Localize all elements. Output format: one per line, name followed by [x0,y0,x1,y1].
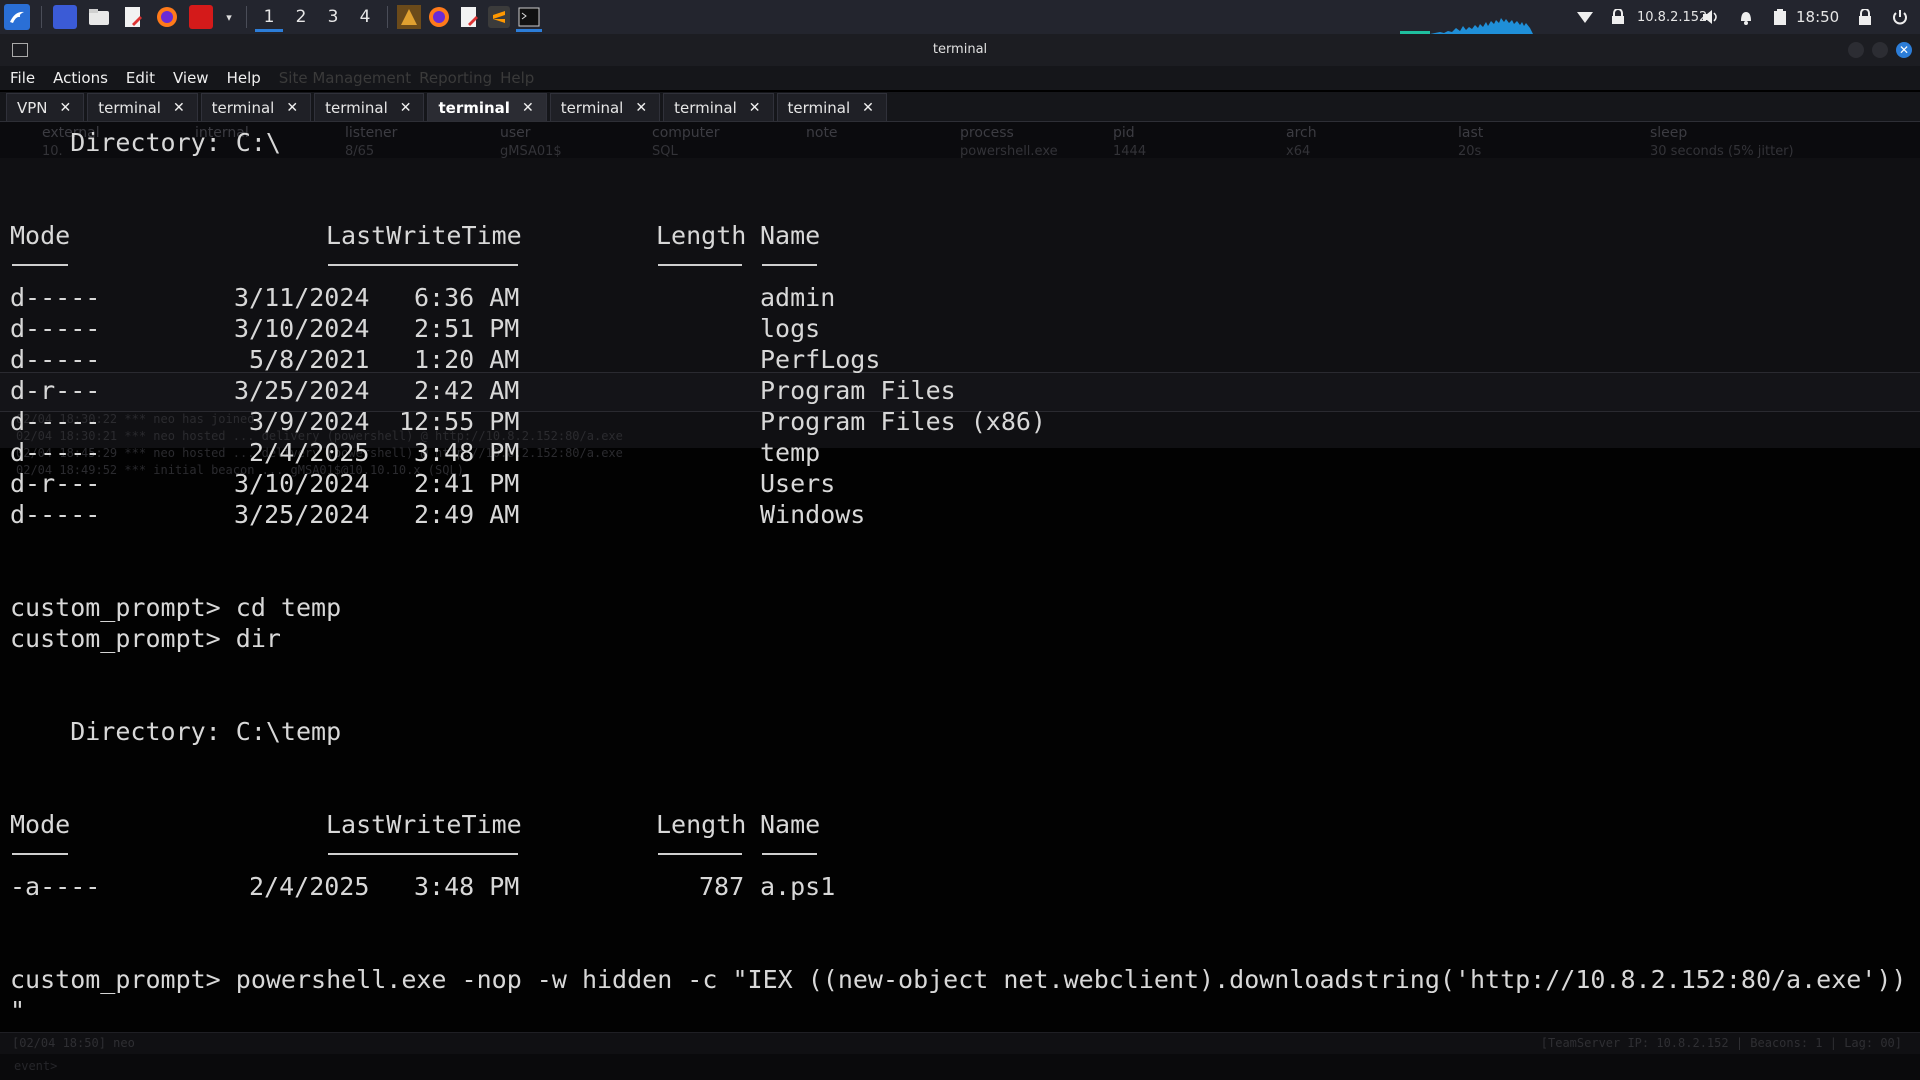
close-tab-icon[interactable]: ✕ [635,100,647,116]
col-length-header: Length [656,221,747,250]
chevron-down-icon[interactable]: ▾ [223,5,235,29]
window-titlebar[interactable]: terminal ✕ [0,34,1920,67]
tab-vpn[interactable]: VPN ✕ [6,93,85,121]
col-mode-header: Mode [10,221,71,250]
ip-address: 10.8.2.152 [1637,9,1708,25]
col-mode-header: Mode [10,810,71,839]
taskbar-app-icon[interactable] [394,0,424,34]
close-tab-icon[interactable]: ✕ [749,100,761,116]
command-line-powershell: custom_prompt> powershell.exe -nop -w hi… [10,965,1907,994]
close-tab-icon[interactable]: ✕ [173,100,185,116]
ghost-menu-reporting: Reporting [419,69,493,87]
command-line: custom_prompt> cd temp [10,593,342,622]
app-launcher-icon[interactable] [189,5,213,29]
menu-view[interactable]: View [167,69,217,87]
close-tab-icon[interactable]: ✕ [522,100,534,116]
menu-help[interactable]: Help [221,69,269,87]
command-line: custom_prompt> dir [10,624,281,653]
wifi-icon[interactable] [1576,0,1594,34]
desktop-icon[interactable] [53,5,77,29]
tab-bar: VPN ✕ terminal ✕ terminal ✕ terminal ✕ termi… [0,92,1920,122]
tab-terminal-3[interactable]: terminal ✕ [314,93,425,121]
tab-terminal-7[interactable]: terminal ✕ [776,93,887,121]
command-line-continuation: " [10,996,26,1025]
vpn-lock-icon[interactable] [1610,0,1626,34]
firefox-icon[interactable] [155,5,179,29]
battery-icon[interactable] [1772,0,1788,34]
power-icon[interactable] [1892,0,1908,34]
tab-terminal-1[interactable]: terminal ✕ [87,93,198,121]
ghost-menu-help: Help [500,69,535,87]
terminal-output[interactable]: external internal listener user computer… [0,122,1920,1032]
ghost-menu-site-management: Site Management [278,69,412,87]
menu-file[interactable]: File [4,69,43,87]
clock[interactable]: 18:50 [1796,0,1839,34]
minimize-button[interactable] [1848,42,1864,58]
system-panel: ▾ 1 2 3 4 10.8.2.152 18:50 [0,0,1920,34]
close-tab-icon[interactable]: ✕ [400,100,412,116]
taskbar-sublime-icon[interactable] [484,0,514,34]
col-name-header: Name [760,221,821,250]
directory-label: Directory: C:\temp [10,717,342,746]
taskbar-editor-icon[interactable] [454,0,484,34]
menubar: File Actions Edit View Help Site Managem… [0,66,1920,90]
close-window-button[interactable]: ✕ [1896,42,1912,58]
ghost-beacon-table: external internal listener user computer… [0,122,1920,159]
close-tab-icon[interactable]: ✕ [60,100,72,116]
workspace-3[interactable]: 3 [317,0,349,34]
tab-terminal-6[interactable]: terminal ✕ [663,93,774,121]
taskbar-firefox-icon[interactable] [424,0,454,34]
col-time-header: LastWriteTime [326,221,522,250]
volume-icon[interactable] [1702,0,1720,34]
maximize-button[interactable] [1872,42,1888,58]
workspace-4[interactable]: 4 [349,0,381,34]
tab-terminal-2[interactable]: terminal ✕ [200,93,312,121]
col-time-header: LastWriteTime [326,810,522,839]
workspace-1[interactable]: 1 [253,0,285,34]
lock-screen-icon[interactable] [1858,0,1872,34]
network-graph [1400,18,1565,34]
close-tab-icon[interactable]: ✕ [862,100,874,116]
status-bar: [02/04 18:50] neo [TeamServer IP: 10.8.2… [0,1032,1920,1055]
window-title: terminal [932,42,988,57]
event-input[interactable]: event> [0,1054,1920,1080]
col-name-header: Name [760,810,821,839]
close-tab-icon[interactable]: ✕ [286,100,298,116]
workspace-2[interactable]: 2 [285,0,317,34]
col-length-header: Length [656,810,747,839]
menu-actions[interactable]: Actions [47,69,116,87]
notification-bell-icon[interactable] [1738,0,1754,34]
taskbar-terminal-icon[interactable] [514,0,544,34]
directory-label: Directory: C:\ [10,128,281,157]
menu-edit[interactable]: Edit [120,69,163,87]
tab-terminal-5[interactable]: terminal ✕ [549,93,661,121]
text-editor-icon[interactable] [121,5,145,29]
tab-terminal-active[interactable]: terminal ✕ [427,93,547,121]
file-manager-icon[interactable] [87,5,111,29]
kali-menu-icon[interactable] [4,4,30,30]
